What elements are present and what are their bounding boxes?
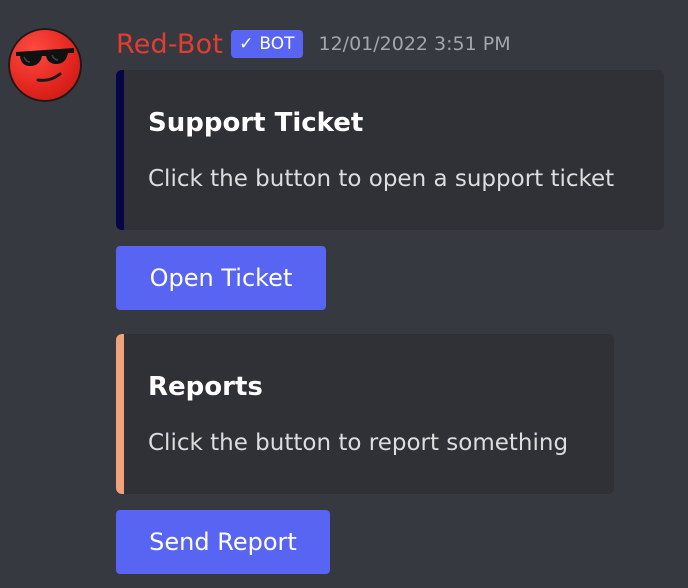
embed-accent-bar [116,70,124,230]
avatar[interactable] [8,28,82,102]
bot-tag-label: BOT [259,34,295,54]
embed-reports: Reports Click the button to report somet… [116,334,614,494]
embed-description: Click the button to report something [148,430,569,456]
timestamp[interactable]: 12/01/2022 3:51 PM [319,33,511,55]
verified-check-icon: ✓ [239,34,254,54]
embed-title: Reports [148,372,263,402]
message-header: Red-Bot ✓ BOT 12/01/2022 3:51 PM [116,24,511,64]
embed-description: Click the button to open a support ticke… [148,166,615,192]
bot-tag: ✓ BOT [231,30,303,58]
embed-support-ticket: Support Ticket Click the button to open … [116,70,664,230]
open-ticket-button[interactable]: Open Ticket [116,246,326,310]
send-report-button[interactable]: Send Report [116,510,330,574]
embed-accent-bar [116,334,124,494]
embed-title: Support Ticket [148,108,364,138]
username[interactable]: Red-Bot [116,29,223,60]
bot-message: Red-Bot ✓ BOT 12/01/2022 3:51 PM Support… [0,0,688,588]
red-emoji-sunglasses-icon [16,48,74,82]
